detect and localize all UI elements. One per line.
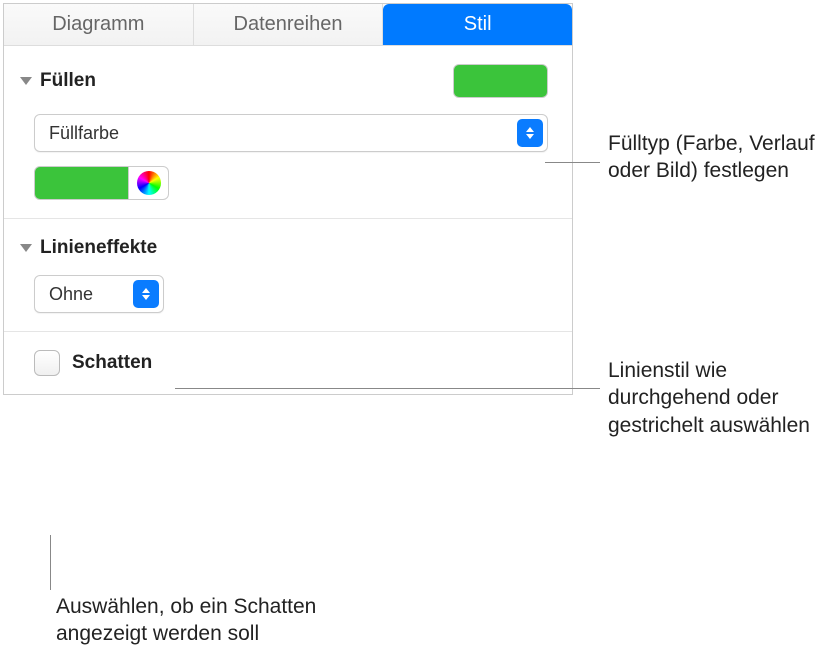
style-panel: Diagramm Datenreihen Stil Füllen Füllfar… xyxy=(3,3,573,395)
tab-series[interactable]: Datenreihen xyxy=(194,4,384,45)
callout-fill-type: Fülltyp (Farbe, Verlauf oder Bild) festl… xyxy=(608,130,818,185)
fill-swatch[interactable] xyxy=(453,64,548,98)
shadow-checkbox[interactable] xyxy=(34,350,60,376)
callout-line xyxy=(545,162,600,163)
callout-line xyxy=(50,535,51,590)
tab-diagram[interactable]: Diagramm xyxy=(4,4,194,45)
line-style-value: Ohne xyxy=(49,284,93,305)
line-effects-section: Linieneffekte Ohne xyxy=(4,219,572,332)
chevron-down-icon[interactable] xyxy=(20,77,32,85)
color-wheel-button[interactable] xyxy=(129,166,169,200)
callout-line xyxy=(175,388,600,389)
color-wheel-icon xyxy=(137,171,161,195)
color-well[interactable] xyxy=(34,166,129,200)
chevron-down-icon[interactable] xyxy=(20,244,32,252)
popup-stepper-icon xyxy=(133,280,159,308)
tab-style[interactable]: Stil xyxy=(383,4,572,45)
line-style-popup[interactable]: Ohne xyxy=(34,275,164,313)
shadow-label: Schatten xyxy=(72,352,152,374)
fill-type-value: Füllfarbe xyxy=(49,123,119,144)
fill-type-popup[interactable]: Füllfarbe xyxy=(34,114,548,152)
fill-title: Füllen xyxy=(40,70,96,92)
shadow-section: Schatten xyxy=(4,332,572,394)
line-effects-title: Linieneffekte xyxy=(40,237,157,259)
fill-section: Füllen Füllfarbe xyxy=(4,46,572,219)
callout-line-style: Linienstil wie durchgehend oder gestrich… xyxy=(608,357,823,439)
popup-stepper-icon xyxy=(517,119,543,147)
tab-bar: Diagramm Datenreihen Stil xyxy=(4,4,572,46)
callout-shadow: Auswählen, ob ein Schatten angezeigt wer… xyxy=(56,593,386,648)
